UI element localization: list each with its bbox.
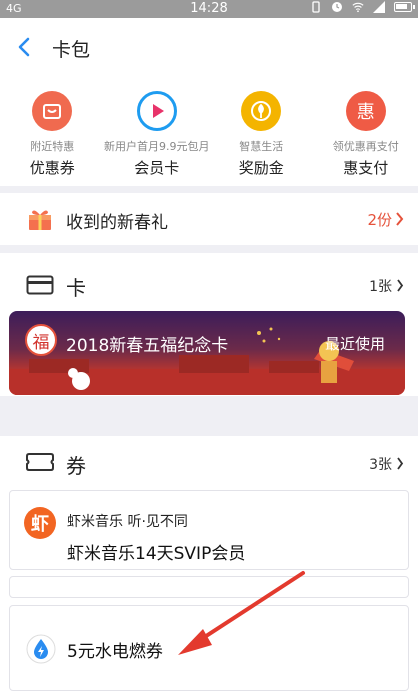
ticket-icon xyxy=(26,453,54,471)
coupon-title: 5元水电燃券 xyxy=(67,642,163,662)
chevron-right-icon xyxy=(396,212,404,226)
wifi-icon xyxy=(352,2,364,13)
entry-subtitle: 智慧生活 xyxy=(239,140,284,153)
entry-hui-pay[interactable]: 惠 领优惠再支付 惠支付 xyxy=(314,76,418,186)
card-title: 2018新春五福纪念卡 xyxy=(66,336,229,356)
cards-title: 卡 xyxy=(66,276,86,300)
gift-count: 2份 xyxy=(367,211,392,229)
entry-label: 优惠券 xyxy=(29,159,75,177)
hui-icon: 惠 xyxy=(345,91,386,131)
wufu-card-banner[interactable]: 福 2018新春五福纪念卡 最近使用 xyxy=(9,311,405,395)
recently-used-tag: 最近使用 xyxy=(324,335,385,353)
coupons-title: 券 xyxy=(66,454,86,478)
signal-icon xyxy=(373,1,385,13)
reward-icon xyxy=(241,91,282,131)
back-arrow-icon[interactable] xyxy=(14,36,36,58)
entry-label: 奖励金 xyxy=(238,159,284,177)
entry-label: 惠支付 xyxy=(343,159,389,177)
card-icon xyxy=(26,275,54,295)
quick-entries: 附近特惠 优惠券 新用户首月9.9元包月 会员卡 智慧生活 奖励金 惠 领优惠再… xyxy=(0,76,418,186)
alarm-icon xyxy=(332,2,342,12)
entry-membership[interactable]: 新用户首月9.9元包月 会员卡 xyxy=(104,76,210,186)
app-header: 卡包 xyxy=(0,18,418,76)
cards-count[interactable]: 1张 xyxy=(369,276,392,296)
entry-subtitle: 领优惠再支付 xyxy=(332,140,399,153)
entry-coupons[interactable]: 附近特惠 优惠券 xyxy=(0,76,105,186)
entry-label: 会员卡 xyxy=(134,159,180,177)
coupon-stack-edge[interactable] xyxy=(9,576,409,598)
vibrate-icon xyxy=(312,1,320,13)
entry-rewards[interactable]: 智慧生活 奖励金 xyxy=(209,76,314,186)
coupon-icon xyxy=(32,91,73,131)
gift-icon xyxy=(29,210,51,230)
coupon-xiami[interactable]: 虾 虾米音乐 听·见不同 虾米音乐14天SVIP会员 xyxy=(9,490,409,570)
status-bar: 4G 14:28 xyxy=(0,0,418,18)
coupon-title: 虾米音乐14天SVIP会员 xyxy=(67,544,246,564)
battery-icon xyxy=(394,2,415,12)
xiami-music-icon: 虾 xyxy=(24,507,56,539)
fu-icon: 福 xyxy=(25,324,57,356)
play-icon xyxy=(136,91,177,131)
coupon-brand: 虾米音乐 听·见不同 xyxy=(67,514,188,530)
chevron-right-icon xyxy=(397,279,404,292)
spring-gift-row[interactable]: 收到的新春礼 2份 xyxy=(0,193,418,245)
entry-subtitle: 附近特惠 xyxy=(30,140,75,153)
chevron-right-icon xyxy=(397,457,404,470)
water-drop-bolt-icon xyxy=(26,634,56,664)
coupon-utility[interactable]: 5元水电燃券 xyxy=(9,605,409,691)
entry-subtitle: 新用户首月9.9元包月 xyxy=(104,140,210,153)
gift-label: 收到的新春礼 xyxy=(66,213,168,233)
coupons-count[interactable]: 3张 xyxy=(369,454,392,474)
page-title: 卡包 xyxy=(52,39,91,61)
